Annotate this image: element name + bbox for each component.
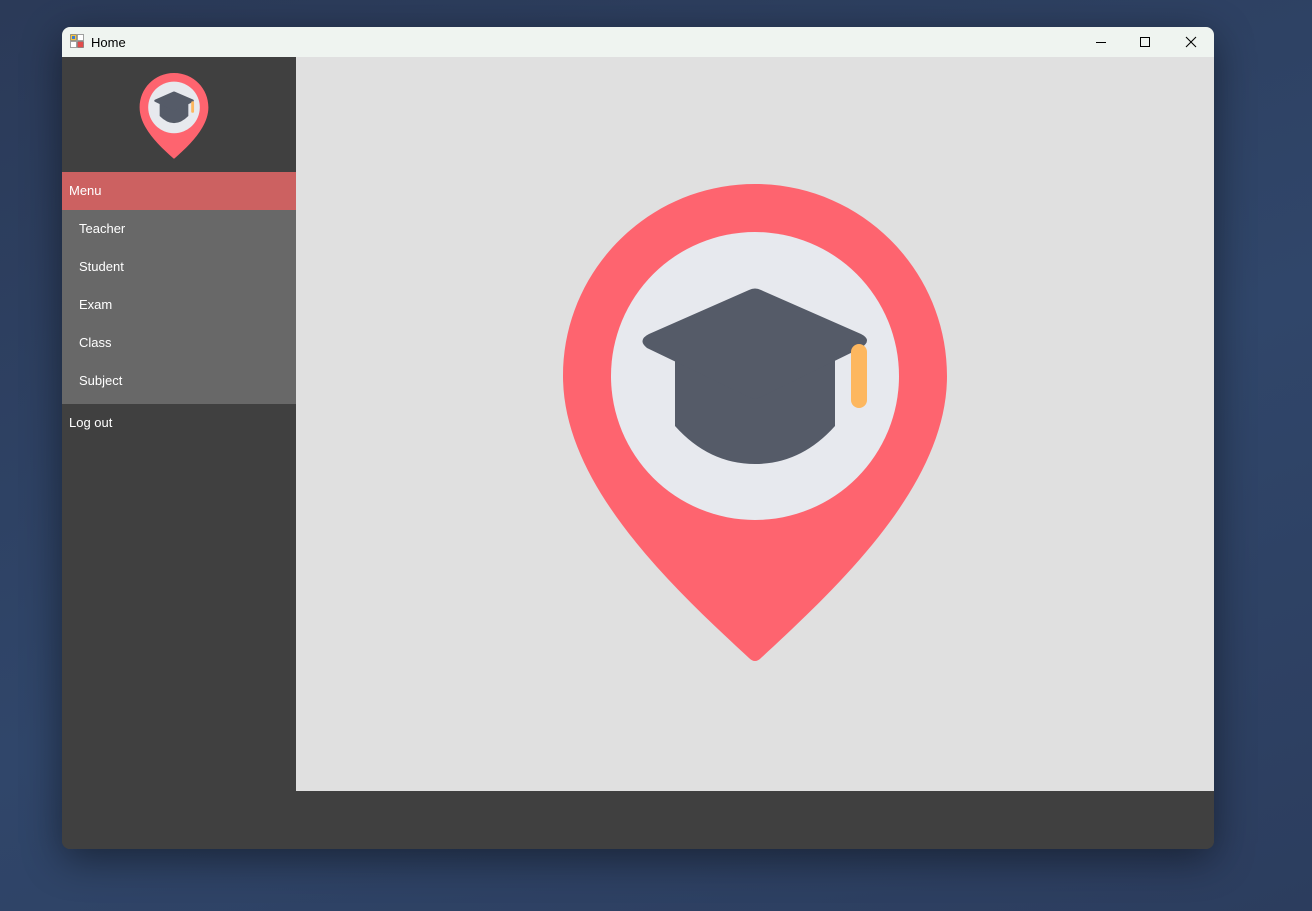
close-icon — [1185, 36, 1197, 48]
minimize-button[interactable] — [1078, 27, 1124, 57]
close-button[interactable] — [1168, 27, 1214, 57]
logout-button[interactable]: Log out — [62, 404, 296, 442]
graduation-cap-location-pin-icon — [563, 184, 947, 664]
home-window: Home Menu Teacher Student Exam Class Sub… — [62, 27, 1214, 849]
sidebar-item-exam[interactable]: Exam — [62, 286, 296, 324]
maximize-icon — [1139, 36, 1151, 48]
bottom-bar — [62, 791, 1214, 849]
sidebar: Menu Teacher Student Exam Class Subject … — [62, 57, 296, 849]
main-panel — [296, 57, 1214, 791]
title-bar[interactable]: Home — [62, 27, 1214, 57]
graduation-cap-location-pin-icon — [135, 73, 213, 159]
application-icon — [70, 34, 84, 48]
maximize-button[interactable] — [1122, 27, 1168, 57]
minimize-icon — [1095, 36, 1107, 48]
sidebar-item-student[interactable]: Student — [62, 248, 296, 286]
sidebar-item-subject[interactable]: Subject — [62, 362, 296, 400]
submenu-panel: Teacher Student Exam Class Subject — [62, 210, 296, 404]
menu-header[interactable]: Menu — [62, 172, 296, 210]
sidebar-item-teacher[interactable]: Teacher — [62, 210, 296, 248]
sidebar-item-class[interactable]: Class — [62, 324, 296, 362]
window-title: Home — [91, 35, 126, 50]
